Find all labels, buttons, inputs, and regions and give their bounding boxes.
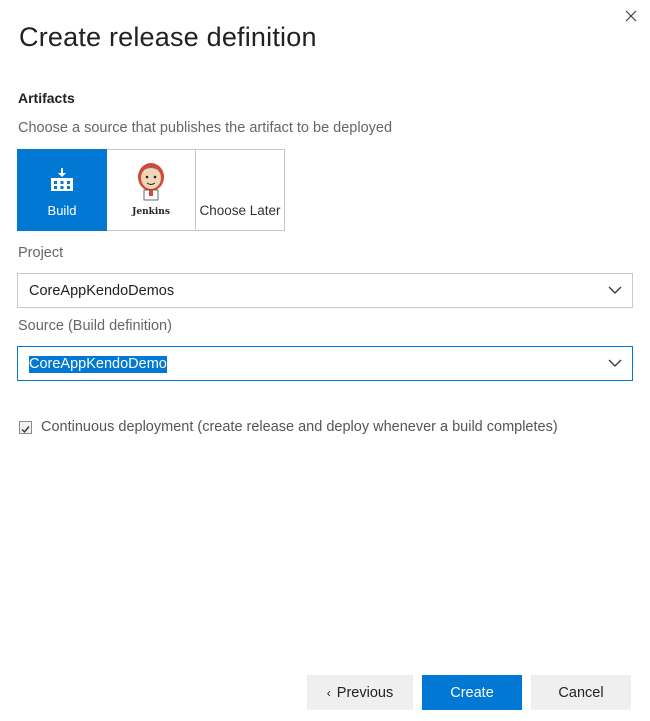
close-icon[interactable] (622, 7, 640, 25)
dialog-title: Create release definition (19, 22, 317, 52)
tile-jenkins-label: Jenkins (132, 207, 170, 217)
tile-jenkins[interactable]: Jenkins (107, 149, 196, 231)
chevron-left-icon: ‹ (326, 685, 331, 700)
previous-label: Previous (336, 684, 394, 701)
chevron-down-icon (608, 286, 622, 294)
project-select[interactable]: CoreAppKendoDemos (17, 273, 633, 308)
continuous-deployment-checkbox[interactable] (19, 420, 32, 434)
tile-build-label: Build (47, 203, 77, 218)
tile-choose-later[interactable]: Choose Later (196, 149, 285, 231)
artifacts-heading: Artifacts (18, 90, 75, 106)
create-button[interactable]: Create (422, 675, 522, 710)
source-label: Source (Build definition) (18, 318, 172, 334)
cancel-label: Cancel (558, 684, 604, 701)
project-label: Project (18, 245, 64, 261)
cancel-button[interactable]: Cancel (531, 675, 631, 710)
build-icon (50, 167, 74, 198)
create-label: Create (450, 684, 494, 701)
artifact-source-tiles: Build Jenkins Choose Later (17, 149, 285, 231)
jenkins-logo (134, 162, 168, 211)
create-release-definition-dialog: Create release definition Artifacts Choo… (0, 0, 650, 721)
tile-build[interactable]: Build (17, 149, 107, 231)
chevron-down-icon (608, 359, 622, 367)
continuous-deployment-label: Continuous deployment (create release an… (41, 419, 558, 435)
project-value: CoreAppKendoDemos (29, 283, 175, 299)
source-select[interactable]: CoreAppKendoDemo (17, 346, 633, 381)
continuous-deployment-row: Continuous deployment (create release an… (19, 419, 558, 435)
artifacts-hint: Choose a source that publishes the artif… (18, 120, 393, 136)
source-value: CoreAppKendoDemo (29, 356, 167, 373)
previous-button[interactable]: ‹ Previous (307, 675, 413, 710)
checkmark-icon (21, 425, 30, 433)
tile-choose-later-label: Choose Later (199, 203, 281, 218)
